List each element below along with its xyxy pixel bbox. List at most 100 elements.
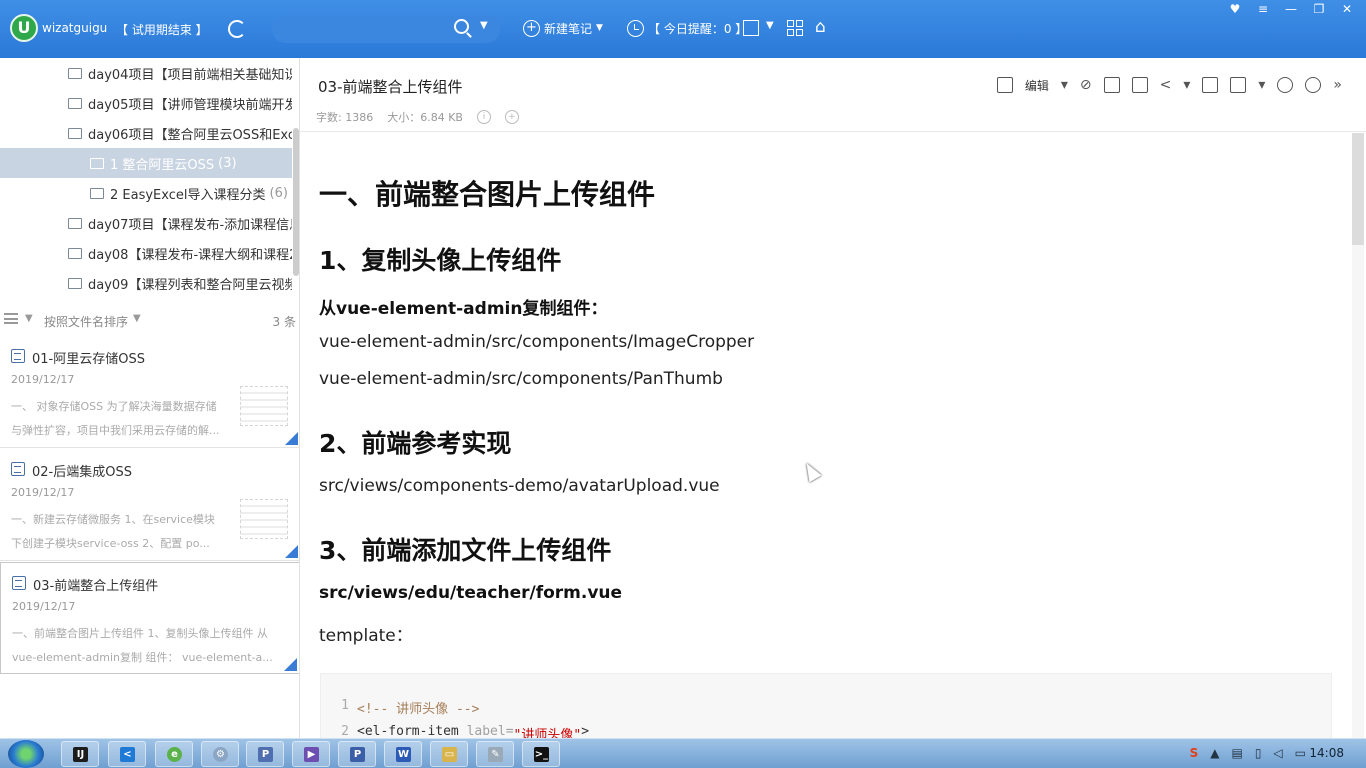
note-card[interactable]: 01-阿里云存储OSS 2019/12/17 一、 对象存储OSS 为了解决海量…	[0, 336, 300, 448]
skin-icon[interactable]: ♥	[1226, 2, 1244, 16]
reading-mode-icon[interactable]	[1230, 77, 1247, 93]
tree-item-label: 1 整合阿里云OSS	[110, 157, 215, 173]
share-chevron-icon[interactable]: ▾	[1183, 77, 1190, 93]
note-date: 2019/12/17	[12, 600, 76, 613]
list-view-icon[interactable]	[4, 313, 18, 324]
document-body[interactable]: 一、前端整合图片上传组件 1、复制头像上传组件 从vue-element-adm…	[300, 133, 1350, 738]
home-icon[interactable]: ⌂	[815, 19, 832, 36]
taskbar-word[interactable]: W	[384, 741, 422, 767]
close-icon[interactable]: ✕	[1338, 2, 1356, 16]
scrollbar-thumb[interactable]	[1352, 133, 1364, 245]
tree-item-label: day08【课程发布-课程大纲和课程2	[88, 247, 292, 263]
tree-item-day08[interactable]: day08【课程发布-课程大纲和课程2	[0, 238, 292, 268]
taskbar-app-p2[interactable]: P	[338, 741, 376, 767]
share-icon[interactable]: <	[1160, 77, 1172, 93]
code-block[interactable]: 1 <!-- 讲师头像 --> 2 <el-form-item label= "…	[320, 673, 1332, 738]
app-p-icon: P	[258, 747, 273, 762]
monitor-icon[interactable]: ▭	[1295, 746, 1306, 760]
window-mode-icon[interactable]	[743, 20, 759, 36]
sort-dropdown[interactable]: 按照文件名排序	[44, 313, 128, 330]
paragraph: src/views/components-demo/avatarUpload.v…	[319, 476, 720, 496]
taskbar-app-p1[interactable]: P	[246, 741, 284, 767]
sort-bar: ▼ 按照文件名排序 ▼ 3 条	[0, 307, 300, 333]
search-icon[interactable]	[454, 19, 469, 34]
folder-icon: ▭	[442, 747, 457, 762]
weibo-icon[interactable]	[1277, 77, 1294, 93]
tree-item-day06[interactable]: day06项目【整合阿里云OSS和Exce	[0, 118, 292, 148]
note-card[interactable]: 02-后端集成OSS 2019/12/17 一、新建云存储微服务 1、在serv…	[0, 449, 300, 561]
code-tag: >	[581, 724, 590, 738]
alarm-icon	[627, 19, 644, 37]
folder-tree: day04项目【项目前端相关基础知识 day05项目【讲师管理模块前端开发 da…	[0, 58, 300, 298]
tree-item-day05[interactable]: day05项目【讲师管理模块前端开发	[0, 88, 292, 118]
edit-icon[interactable]	[996, 77, 1013, 93]
arrow-app-icon: ▶	[304, 747, 319, 762]
line-number: 1	[341, 698, 349, 713]
note-icon	[12, 576, 26, 590]
sync-icon[interactable]	[228, 20, 246, 38]
new-note-button[interactable]: + 新建笔记 ▼	[523, 17, 603, 39]
system-clock[interactable]: 14:08	[1309, 746, 1344, 760]
tree-item-oss-selected[interactable]: 1 整合阿里云OSS (3)	[0, 148, 292, 178]
note-list: 01-阿里云存储OSS 2019/12/17 一、 对象存储OSS 为了解决海量…	[0, 336, 300, 736]
volume-icon[interactable]: ◁	[1273, 746, 1282, 760]
username[interactable]: wizatguigu	[42, 21, 107, 35]
edit-button[interactable]: 编辑	[1025, 77, 1049, 94]
taskbar-settings[interactable]: ⚙	[201, 741, 239, 767]
input-method-icon[interactable]: S	[1190, 746, 1199, 760]
taskbar-browser[interactable]: e	[155, 741, 193, 767]
taskbar-vscode[interactable]: <	[108, 741, 146, 767]
reading-chevron-icon[interactable]: ▾	[1258, 77, 1265, 93]
chevron-down-icon[interactable]: ▼	[25, 313, 33, 324]
document-scrollbar[interactable]	[1352, 133, 1364, 738]
more-icon[interactable]: »	[1333, 77, 1342, 93]
taskbar-app-tool[interactable]: ✎	[476, 741, 514, 767]
tree-item-day09[interactable]: day09【课程列表和整合阿里云视频	[0, 268, 292, 298]
window-mode-chevron-icon[interactable]: ▼	[766, 20, 774, 31]
edit-chevron-icon[interactable]: ▾	[1061, 77, 1068, 93]
add-tag-icon[interactable]: +	[504, 110, 519, 124]
document-toolbar: 编辑 ▾ ⊘ < ▾ ▾ »	[996, 75, 1342, 95]
tree-item-day04[interactable]: day04项目【项目前端相关基础知识	[0, 58, 292, 88]
usb-icon[interactable]: ▯	[1255, 746, 1262, 760]
maximize-icon[interactable]: ❐	[1310, 2, 1328, 16]
minimize-icon[interactable]: —	[1282, 2, 1300, 16]
taskbar-cmd[interactable]: >_	[522, 741, 560, 767]
sort-chevron-icon[interactable]: ▼	[133, 313, 141, 324]
reminder-button[interactable]: 【 今日提醒：0 】	[627, 17, 747, 39]
tree-item-easyexcel[interactable]: 2 EasyExcel导入课程分类 (6)	[0, 178, 292, 208]
note-card-active[interactable]: 03-前端整合上传组件 2019/12/17 一、前端整合图片上传组件 1、复制…	[0, 562, 300, 674]
history-icon[interactable]	[1131, 77, 1148, 93]
taskbar-app-arrow[interactable]: ▶	[292, 741, 330, 767]
alarm-icon[interactable]	[1305, 77, 1322, 93]
apps-grid-icon[interactable]	[787, 20, 803, 36]
code-line: 1 <!-- 讲师头像 -->	[321, 698, 479, 720]
network-icon[interactable]: ▤	[1231, 746, 1242, 760]
comment-icon[interactable]	[1103, 77, 1120, 93]
taskbar-intellij[interactable]: IJ	[61, 741, 99, 767]
menu-icon[interactable]: ≡	[1254, 2, 1272, 16]
note-date: 2019/12/17	[11, 373, 75, 386]
trash-icon[interactable]	[1202, 77, 1219, 93]
tray-expand-icon[interactable]: ▲	[1210, 746, 1219, 760]
document-meta: 字数: 1386 大小：6.84 KB i +	[316, 109, 519, 125]
code-attr: label=	[466, 724, 514, 738]
bold-paragraph: 从vue-element-admin复制组件：	[319, 299, 608, 319]
info-icon[interactable]: i	[476, 110, 491, 124]
search-dropdown-chevron-icon[interactable]: ▼	[480, 20, 488, 31]
attachment-icon[interactable]: ⊘	[1080, 77, 1092, 93]
note-title: 02-后端集成OSS	[32, 465, 132, 480]
folder-icon	[68, 247, 82, 259]
file-size: 大小：6.84 KB	[387, 111, 463, 124]
start-button[interactable]	[8, 740, 44, 768]
document-title: 03-前端整合上传组件	[318, 78, 463, 96]
tree-item-day07[interactable]: day07项目【课程发布-添加课程信息	[0, 208, 292, 238]
paragraph: template：	[319, 626, 413, 646]
folder-icon	[68, 67, 82, 79]
tree-item-label: day05项目【讲师管理模块前端开发	[88, 97, 292, 113]
paragraph: vue-element-admin/src/components/PanThum…	[319, 369, 723, 389]
trial-badge[interactable]: 【 试用期结束 】	[116, 21, 208, 38]
folder-icon	[68, 97, 82, 109]
new-note-label: 新建笔记	[544, 21, 593, 36]
taskbar-explorer[interactable]: ▭	[430, 741, 468, 767]
